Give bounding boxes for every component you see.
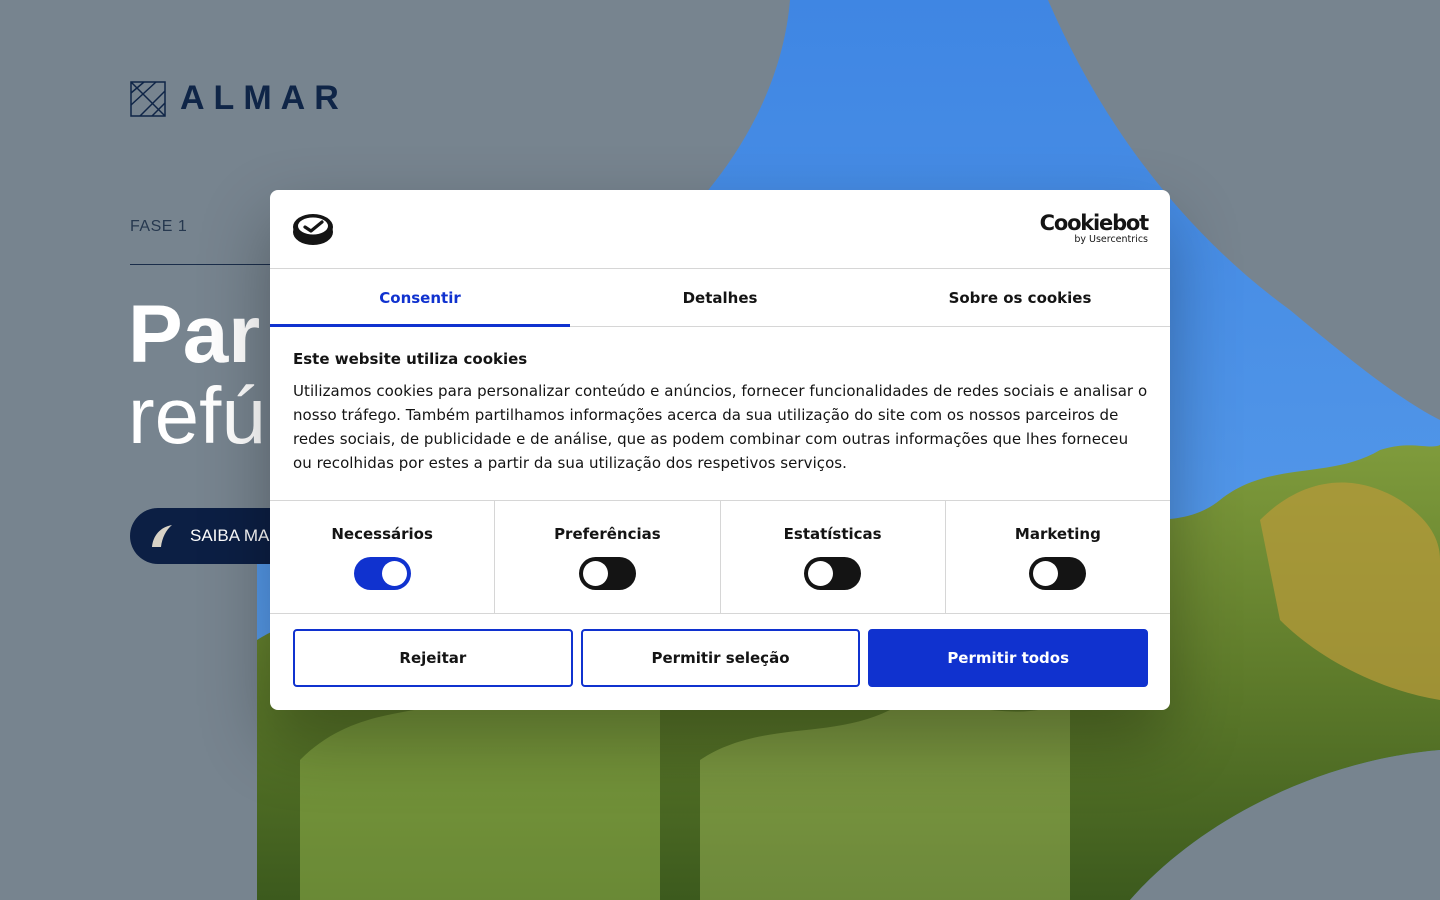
toggle-marketing-switch[interactable] <box>1029 557 1087 590</box>
allow-all-button[interactable]: Permitir todos <box>868 629 1149 687</box>
cookiebot-logo-sub: by Usercentrics <box>1074 234 1148 245</box>
hero-title: Par refú <box>128 289 266 460</box>
switch-knob <box>582 561 608 586</box>
switch-knob <box>1033 561 1059 586</box>
cookie-consent-dialog: Cookiebot by Usercentrics Consentir Deta… <box>270 190 1170 710</box>
switch-knob <box>808 561 834 586</box>
consent-toggles: Necessários Preferências Estatísticas Ma… <box>270 501 1170 614</box>
cookiebot-mark-icon <box>293 214 333 245</box>
toggle-preferences-label: Preferências <box>554 525 661 543</box>
toggle-necessary-switch[interactable] <box>353 557 411 590</box>
dialog-heading: Este website utiliza cookies <box>293 350 528 368</box>
hero-title-line2: refú <box>128 371 266 460</box>
toggle-statistics-switch[interactable] <box>804 557 862 590</box>
toggle-marketing-label: Marketing <box>1014 525 1101 543</box>
tab-details[interactable]: Detalhes <box>570 269 870 326</box>
reject-button[interactable]: Rejeitar <box>293 629 573 687</box>
dialog-tabs: Consentir Detalhes Sobre os cookies <box>270 269 1170 327</box>
tab-about-cookies[interactable]: Sobre os cookies <box>870 269 1170 326</box>
phase-divider <box>130 264 290 265</box>
cookiebot-logo[interactable]: Cookiebot by Usercentrics <box>1039 211 1150 246</box>
toggle-necessary-label: Necessários <box>331 525 433 543</box>
hero-title-line1: Par <box>128 289 261 380</box>
brand-name: ALMAR <box>180 79 348 117</box>
dialog-actions: Rejeitar Permitir seleção Permitir todos <box>270 614 1170 687</box>
toggle-statistics: Estatísticas <box>721 501 946 613</box>
brand-logo[interactable]: ALMAR <box>130 79 348 118</box>
toggle-preferences-switch[interactable] <box>578 557 636 590</box>
dialog-body: Este website utiliza cookies Utilizamos … <box>270 327 1170 501</box>
switch-knob <box>381 561 407 586</box>
toggle-statistics-label: Estatísticas <box>783 525 882 543</box>
phase-label: FASE 1 <box>130 218 188 235</box>
dialog-description: Utilizamos cookies para personalizar con… <box>293 382 1148 472</box>
allow-selection-button[interactable]: Permitir seleção <box>580 629 861 687</box>
cookiebot-logo-name: Cookiebot <box>1039 211 1150 235</box>
tab-consent[interactable]: Consentir <box>270 269 570 327</box>
toggle-necessary: Necessários <box>270 501 496 613</box>
toggle-marketing: Marketing <box>946 501 1170 613</box>
almar-logo-icon <box>130 80 166 117</box>
leaf-icon <box>152 525 172 547</box>
dialog-header: Cookiebot by Usercentrics <box>270 190 1170 269</box>
toggle-preferences: Preferências <box>495 501 721 613</box>
